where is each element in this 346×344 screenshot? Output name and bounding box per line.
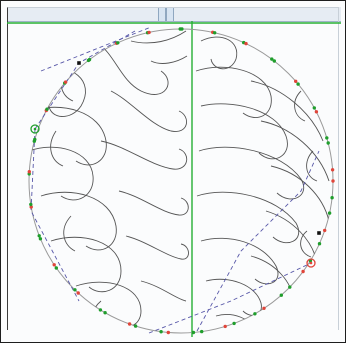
path-node[interactable] xyxy=(191,330,196,335)
path-node[interactable] xyxy=(116,41,120,45)
path-node[interactable] xyxy=(45,107,49,111)
path-node[interactable] xyxy=(232,321,236,326)
quilt-design-canvas[interactable] xyxy=(1,1,346,344)
path-node[interactable] xyxy=(52,263,56,267)
path-node[interactable] xyxy=(98,308,103,312)
circle-boundary[interactable] xyxy=(28,28,334,334)
path-node[interactable] xyxy=(253,312,257,316)
path-node[interactable] xyxy=(325,136,329,140)
path-node[interactable] xyxy=(272,59,276,63)
path-node[interactable] xyxy=(244,41,248,46)
path-node[interactable] xyxy=(331,179,335,183)
path-node[interactable] xyxy=(33,137,37,142)
path-node[interactable] xyxy=(213,31,217,35)
path-node[interactable] xyxy=(312,106,316,110)
path-node[interactable] xyxy=(327,211,332,215)
path-node[interactable] xyxy=(288,285,292,289)
path-node[interactable] xyxy=(37,234,41,238)
path-node[interactable] xyxy=(147,30,151,35)
corner-node[interactable] xyxy=(77,61,81,65)
path-node[interactable] xyxy=(54,266,58,270)
path-node[interactable] xyxy=(76,291,80,295)
path-node[interactable] xyxy=(159,330,163,334)
corner-node[interactable] xyxy=(317,231,321,235)
path-node[interactable] xyxy=(223,324,227,329)
path-node[interactable] xyxy=(87,57,92,62)
path-node[interactable] xyxy=(330,168,335,172)
path-node[interactable] xyxy=(330,196,334,200)
path-node[interactable] xyxy=(38,237,43,241)
path-node[interactable] xyxy=(301,269,305,274)
path-node[interactable] xyxy=(29,202,33,207)
path-node[interactable] xyxy=(296,82,300,86)
path-node[interactable] xyxy=(133,324,138,328)
path-node[interactable] xyxy=(323,228,327,233)
path-node[interactable] xyxy=(180,27,184,31)
path-node[interactable] xyxy=(200,329,204,334)
quilt-design-viewport xyxy=(0,0,346,343)
path-node[interactable] xyxy=(166,330,170,335)
path-node[interactable] xyxy=(27,170,31,174)
path-node[interactable] xyxy=(326,141,330,145)
quilt-pattern[interactable] xyxy=(29,30,330,332)
path-node[interactable] xyxy=(262,306,266,310)
path-node[interactable] xyxy=(317,242,322,246)
path-node[interactable] xyxy=(127,322,132,326)
path-node[interactable] xyxy=(63,80,68,84)
path-node[interactable] xyxy=(73,288,77,292)
path-node[interactable] xyxy=(294,79,298,84)
path-node[interactable] xyxy=(279,293,283,297)
path-node[interactable] xyxy=(314,110,319,114)
path-node[interactable] xyxy=(103,311,107,315)
